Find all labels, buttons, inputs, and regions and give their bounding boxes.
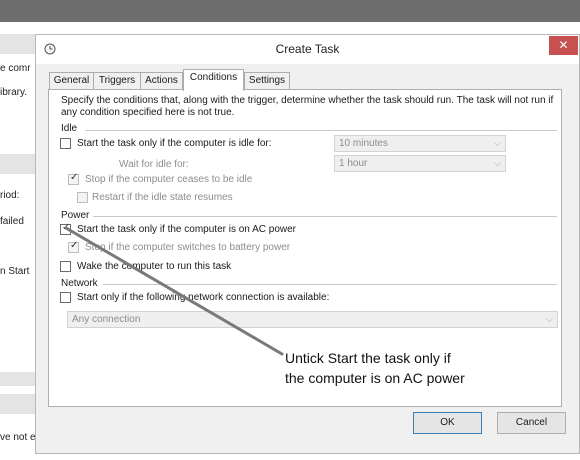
annotation-line-1: Untick Start the task only if (285, 350, 451, 366)
annotation-callout: Untick Start the task only if the comput… (285, 348, 465, 388)
annotation-pointer-line (64, 226, 284, 356)
tab-conditions[interactable]: Conditions (183, 69, 244, 91)
annotation-line-2: the computer is on AC power (285, 370, 465, 386)
